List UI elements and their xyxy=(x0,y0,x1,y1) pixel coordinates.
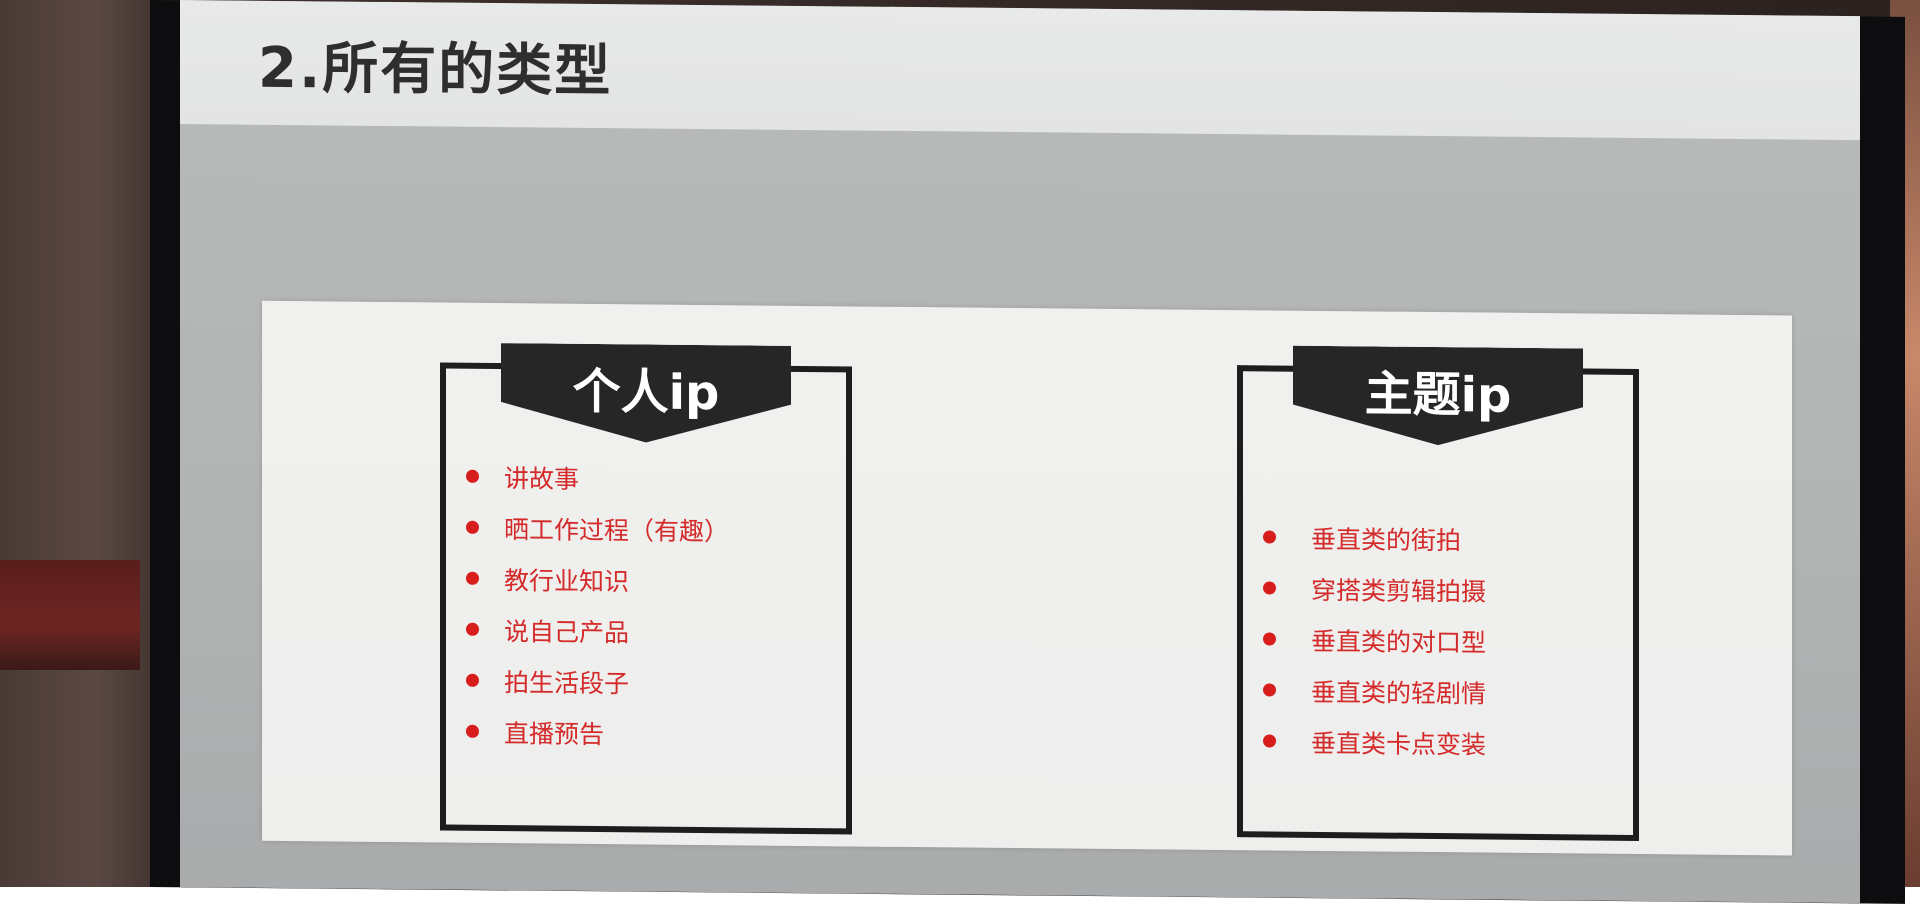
list-item-label: 讲故事 xyxy=(504,463,580,494)
list-item-label: 垂直类的街拍 xyxy=(1311,524,1462,555)
bullet-icon xyxy=(466,571,479,585)
bullet-icon xyxy=(466,469,479,483)
personal-ip-list: 讲故事 晒工作过程（有趣） 教行业知识 说自己产品 拍生活段子 直播预告 xyxy=(466,451,729,760)
slide-title: 2.所有的类型 xyxy=(258,35,613,105)
list-item-label: 拍生活段子 xyxy=(504,667,630,698)
list-item: 垂直类的轻剧情 xyxy=(1263,664,1486,717)
content-panel: 个人ip 讲故事 晒工作过程（有趣） 教行业知识 说自己产品 拍生活段子 直播预… xyxy=(262,300,1792,856)
theme-ip-list: 垂直类的街拍 穿搭类剪辑拍摄 垂直类的对口型 垂直类的轻剧情 垂直类卡点变装 xyxy=(1263,511,1486,768)
personal-ip-heading: 个人ip xyxy=(572,363,720,422)
presentation-screen: 2.所有的类型 个人ip 讲故事 晒工作过程（有趣） 教行业知识 说自己产品 拍… xyxy=(180,0,1860,904)
list-item: 穿搭类剪辑拍摄 xyxy=(1263,562,1486,615)
list-item: 垂直类的街拍 xyxy=(1263,511,1486,564)
list-item-label: 教行业知识 xyxy=(504,565,630,596)
theme-ip-box: 主题ip 垂直类的街拍 穿搭类剪辑拍摄 垂直类的对口型 垂直类的轻剧情 垂直类卡… xyxy=(1237,365,1639,842)
list-item: 拍生活段子 xyxy=(466,655,729,709)
list-item: 讲故事 xyxy=(466,451,729,505)
slide-header: 2.所有的类型 xyxy=(180,0,1860,141)
theme-ip-banner: 主题ip xyxy=(1293,346,1583,447)
background-chair xyxy=(0,560,140,670)
bullet-icon xyxy=(466,724,479,738)
bullet-icon xyxy=(1263,581,1276,595)
list-item: 晒工作过程（有趣） xyxy=(466,502,729,556)
list-item-label: 说自己产品 xyxy=(504,616,630,647)
list-item-label: 直播预告 xyxy=(504,718,605,749)
bullet-icon xyxy=(1263,530,1276,544)
list-item-label: 晒工作过程（有趣） xyxy=(504,514,730,546)
bullet-icon xyxy=(466,622,479,636)
theme-ip-heading: 主题ip xyxy=(1364,366,1512,424)
list-item: 垂直类的对口型 xyxy=(1263,613,1486,666)
personal-ip-box: 个人ip 讲故事 晒工作过程（有趣） 教行业知识 说自己产品 拍生活段子 直播预… xyxy=(440,362,852,835)
list-item-label: 垂直类的对口型 xyxy=(1311,626,1487,658)
bullet-icon xyxy=(466,520,479,534)
bullet-icon xyxy=(1263,683,1276,697)
list-item: 直播预告 xyxy=(466,706,729,760)
list-item: 教行业知识 xyxy=(466,553,729,607)
personal-ip-banner: 个人ip xyxy=(501,343,791,444)
list-item: 垂直类卡点变装 xyxy=(1263,715,1486,768)
list-item-label: 穿搭类剪辑拍摄 xyxy=(1311,575,1487,607)
bullet-icon xyxy=(1263,734,1276,748)
bullet-icon xyxy=(466,673,479,687)
list-item: 说自己产品 xyxy=(466,604,729,658)
bullet-icon xyxy=(1263,632,1276,646)
list-item-label: 垂直类卡点变装 xyxy=(1311,728,1487,760)
list-item-label: 垂直类的轻剧情 xyxy=(1311,677,1487,709)
